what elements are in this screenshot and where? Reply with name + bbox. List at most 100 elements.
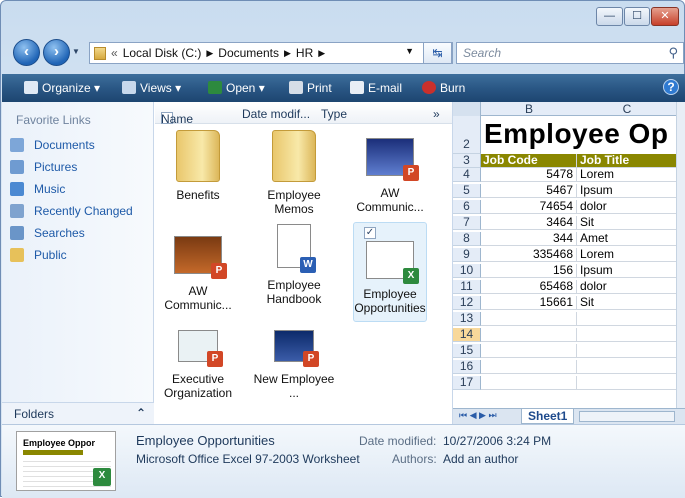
cell-job-title: Sit	[577, 216, 677, 230]
cell-job-title: Sit	[577, 296, 677, 310]
pictures-icon	[10, 160, 24, 174]
folders-toggle[interactable]: Folders ⌃	[2, 402, 154, 424]
column-type[interactable]: Type	[321, 107, 347, 121]
preview-vertical-scrollbar[interactable]	[676, 102, 685, 408]
forward-arrow-icon[interactable]: ›	[43, 39, 70, 66]
cell-job-title: Lorem	[577, 168, 677, 182]
close-button[interactable]: ✕	[651, 7, 679, 26]
organize-button[interactable]: Organize ▾	[24, 81, 100, 95]
date-modified-label: Date modified:	[359, 434, 437, 448]
sheet1-tab[interactable]: Sheet1	[521, 409, 575, 424]
row-header: 14	[453, 328, 481, 342]
recent-pages-dropdown[interactable]: ▼	[72, 47, 80, 56]
cell-job-title	[577, 360, 677, 374]
favorite-link-public[interactable]: Public	[10, 248, 67, 262]
cell-job-title: Amet	[577, 232, 677, 246]
address-bar[interactable]: « Local Disk (C:) ▶ Documents ▶ HR ▶ ▼	[89, 42, 453, 64]
file-item[interactable]: P AW Communic...	[155, 230, 241, 312]
minimize-button[interactable]: —	[596, 7, 623, 26]
cell-job-title: dolor	[577, 200, 677, 214]
cell-job-code: 3464	[481, 216, 577, 230]
selected-checkbox[interactable]: ✓	[364, 227, 376, 239]
music-icon	[10, 182, 24, 196]
favorite-link-recently-changed[interactable]: Recently Changed	[10, 204, 133, 218]
cell-job-code	[481, 344, 577, 358]
column-date-modified[interactable]: Date modif...	[242, 107, 310, 121]
documents-icon	[10, 138, 24, 152]
help-button[interactable]: ?	[663, 79, 679, 95]
maximize-button[interactable]: ☐	[624, 7, 650, 26]
file-item[interactable]: W Employee Handbook	[251, 224, 337, 306]
word-thumbnail: W	[277, 224, 316, 273]
sheet-title: Employee Op	[484, 118, 669, 149]
print-button[interactable]: Print	[289, 81, 332, 95]
file-label: Employee Memos	[267, 188, 321, 216]
views-button[interactable]: Views ▾	[122, 81, 181, 95]
powerpoint-thumbnail: P	[274, 330, 319, 367]
cell-job-code: 15661	[481, 296, 577, 310]
organize-icon	[24, 81, 38, 94]
search-icon[interactable]: ⚲	[668, 45, 678, 61]
column-headers: Name Date modif... Type »	[155, 102, 452, 126]
folder-icon	[94, 46, 106, 60]
file-item[interactable]: Employee Memos	[251, 130, 337, 216]
cell-job-code: 335468	[481, 248, 577, 262]
breadcrumb-local-disk[interactable]: Local Disk (C:)	[123, 46, 202, 60]
navigation-pane: Favorite Links Documents Pictures Music …	[2, 102, 154, 424]
favorite-link-music[interactable]: Music	[10, 182, 65, 196]
row-header: 11	[453, 280, 481, 294]
open-button[interactable]: Open ▾	[208, 81, 265, 95]
views-icon	[122, 81, 136, 94]
sheet-nav-arrows[interactable]: ⏮ ◀ ▶ ⏭	[459, 410, 497, 421]
refresh-button[interactable]: ↹	[423, 42, 452, 64]
row-header: 12	[453, 296, 481, 310]
cell-job-code: 156	[481, 264, 577, 278]
header-job-code: Job Code	[481, 154, 577, 168]
navigation-bar: ‹ › ▼ « Local Disk (C:) ▶ Documents ▶ HR…	[9, 39, 684, 67]
chevron-up-icon: ⌃	[135, 406, 146, 420]
cell-job-code: 5478	[481, 168, 577, 182]
details-file-name: Employee Opportunities	[136, 433, 275, 448]
file-item[interactable]: P Executive Organization	[155, 330, 241, 400]
burn-button[interactable]: Burn	[422, 81, 465, 95]
file-item[interactable]: Benefits	[155, 130, 241, 202]
file-label: AW Communic...	[356, 186, 424, 214]
details-thumbnail-header	[23, 450, 83, 455]
authors-value[interactable]: Add an author	[443, 452, 518, 466]
powerpoint-icon: P	[207, 351, 223, 367]
cell-job-code	[481, 376, 577, 390]
address-dropdown-icon[interactable]: ▼	[405, 46, 414, 56]
email-button[interactable]: E-mail	[350, 81, 402, 95]
row-header: 13	[453, 312, 481, 326]
printer-icon	[289, 81, 303, 94]
command-toolbar: Organize ▾ Views ▾ Open ▾ Print E-mail B…	[2, 74, 685, 102]
favorite-link-documents[interactable]: Documents	[10, 138, 95, 152]
back-arrow-icon[interactable]: ‹	[13, 39, 40, 66]
breadcrumb-hr[interactable]: HR	[296, 46, 313, 60]
powerpoint-thumbnail: P	[174, 236, 227, 279]
file-item[interactable]: P AW Communic...	[347, 130, 433, 214]
powerpoint-icon: P	[403, 165, 419, 181]
breadcrumb-chevron-icon[interactable]: ▶	[284, 48, 291, 59]
horizontal-scrollbar[interactable]	[579, 411, 675, 422]
favorite-link-searches[interactable]: Searches	[10, 226, 85, 240]
details-pane: Employee Oppor X Employee Opportunities …	[2, 424, 685, 498]
sheet-tab-bar: ⏮ ◀ ▶ ⏭ Sheet1	[453, 408, 685, 424]
file-item-selected[interactable]: ✓ X Employee Opportunities	[353, 222, 427, 322]
breadcrumb-chevron-icon[interactable]: ▶	[318, 48, 325, 59]
cell-job-code	[481, 328, 577, 342]
powerpoint-icon: P	[303, 351, 319, 367]
file-item[interactable]: P New Employee ...	[251, 330, 337, 400]
row-header: 9	[453, 248, 481, 262]
favorite-link-pictures[interactable]: Pictures	[10, 160, 77, 174]
breadcrumb-documents[interactable]: Documents	[218, 46, 279, 60]
more-columns-button[interactable]: »	[433, 107, 440, 121]
file-label: Benefits	[176, 188, 220, 202]
cell-job-title	[577, 328, 677, 342]
breadcrumb-chevron-icon[interactable]: ▶	[206, 48, 213, 59]
title-bar: — ☐ ✕	[1, 1, 684, 37]
row-header: 4	[453, 168, 481, 182]
search-input[interactable]: Search ⚲	[456, 42, 684, 64]
details-file-type: Microsoft Office Excel 97-2003 Worksheet	[136, 452, 360, 466]
recently-changed-icon	[10, 204, 24, 218]
